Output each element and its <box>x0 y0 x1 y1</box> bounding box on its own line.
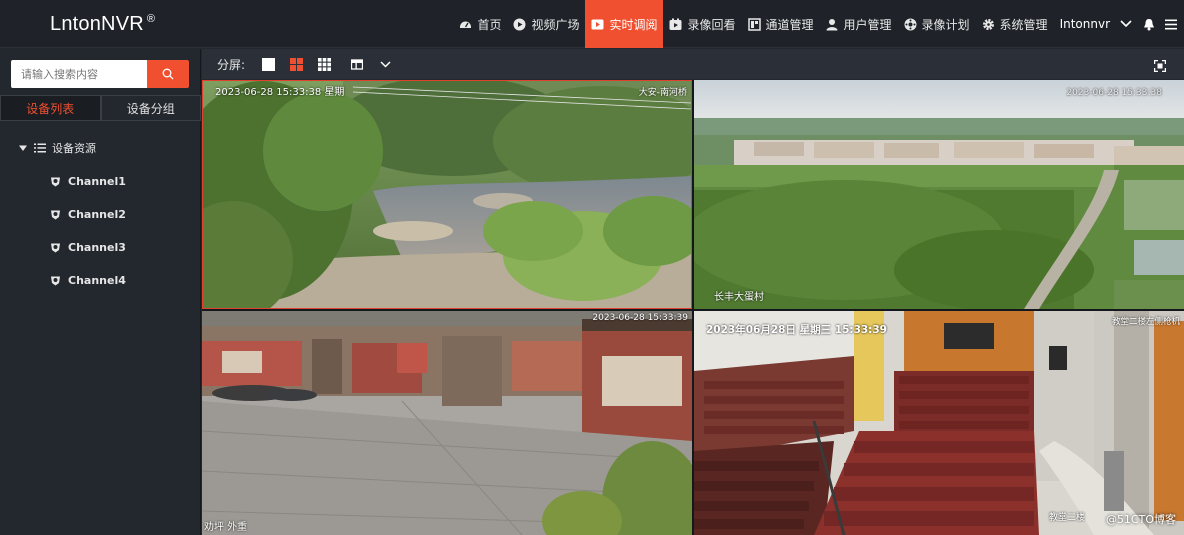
chevron-down-icon <box>1120 20 1132 28</box>
nav-channel-management-label: 通道管理 <box>765 17 814 32</box>
nav-video-square-label: 视频广场 <box>531 17 580 32</box>
search-icon <box>162 68 174 80</box>
channel-label: Channel2 <box>68 207 126 221</box>
notification-button[interactable] <box>1138 0 1160 48</box>
tab-device-list[interactable]: 设备列表 <box>0 95 101 121</box>
bell-icon <box>1143 18 1155 31</box>
nav-video-square[interactable]: 视频广场 <box>507 0 585 48</box>
user-icon <box>826 18 839 31</box>
camera-location-label: 大安-南河桥 <box>638 88 687 98</box>
nine-pane-icon <box>317 57 331 71</box>
window-icon <box>351 58 364 70</box>
device-tree: 设备资源 Channel1 Channel2 Channel3 Channel4 <box>18 139 126 289</box>
tree-root-device-resources[interactable]: 设备资源 <box>18 139 126 157</box>
video-timestamp: 2023-06-28 15:33:39 <box>592 313 688 323</box>
split-4-button[interactable] <box>289 57 303 71</box>
channel-label: Channel1 <box>68 174 126 188</box>
nav-home-label: 首页 <box>477 17 502 32</box>
video-pane-1[interactable]: 2023-06-28 15:33:38 星期 大安-南河桥 <box>202 80 692 309</box>
search-button[interactable] <box>147 60 189 88</box>
top-navigation-bar: LntonNVR ® 首页 视频广场 实时调阅 录像回看 通道管理 用户管理 录… <box>0 0 1184 48</box>
channel-item-4[interactable]: Channel4 <box>50 271 126 289</box>
dashboard-icon <box>459 18 472 31</box>
caret-down-icon[interactable] <box>18 143 28 153</box>
split-screen-toolbar: 分屏: <box>202 49 1184 79</box>
device-sidebar: 设备列表 设备分组 设备资源 Channel1 Channel2 <box>0 49 201 535</box>
menu-button[interactable] <box>1160 0 1182 48</box>
split-screen-label: 分屏: <box>217 57 246 72</box>
channel-item-3[interactable]: Channel3 <box>50 238 126 256</box>
nav-live-view[interactable]: 实时调阅 <box>585 0 664 48</box>
live-video-icon <box>591 18 604 31</box>
brand-name: LntonNVR <box>50 13 144 35</box>
tab-device-group[interactable]: 设备分组 <box>100 95 201 121</box>
channel-item-2[interactable]: Channel2 <box>50 205 126 223</box>
video-timestamp: 2023-06-28 15:33:38 星期 <box>215 87 345 98</box>
channel-label: Channel4 <box>68 273 126 287</box>
user-menu[interactable]: Intonnvr <box>1054 0 1138 48</box>
nav-system-management[interactable]: 系统管理 <box>976 0 1054 48</box>
video-timestamp: 2023年06月28日 星期三 15:33:39 <box>706 324 887 336</box>
nav-live-view-label: 实时调阅 <box>609 17 658 32</box>
camera-location-label: 劝坪 外重 <box>204 522 248 533</box>
camera-icon <box>50 275 61 286</box>
channel-item-1[interactable]: Channel1 <box>50 172 126 190</box>
four-pane-icon <box>289 57 303 71</box>
device-search <box>11 60 189 88</box>
watermark: @51CTO博客 <box>1105 513 1176 526</box>
video-frame-river <box>203 81 691 308</box>
camera-icon <box>50 209 61 220</box>
single-pane-icon <box>261 57 275 71</box>
nav-system-management-label: 系统管理 <box>999 17 1048 32</box>
video-pane-4[interactable]: 2023年06月28日 星期三 15:33:39 教堂二楼左侧枪机 教堂二楼 <box>694 311 1184 535</box>
nav-channel-management[interactable]: 通道管理 <box>742 0 820 48</box>
video-grid: 2023-06-28 15:33:38 星期 大安-南河桥 2023-06-28… <box>202 80 1184 535</box>
chevron-down-icon <box>380 60 391 68</box>
play-icon <box>513 18 526 31</box>
split-9-button[interactable] <box>317 57 331 71</box>
video-frame-courtyard <box>202 311 692 535</box>
hamburger-icon <box>1165 19 1177 30</box>
nav-playback[interactable]: 录像回看 <box>663 0 741 48</box>
video-timestamp: 2023-06-28 15:33:38 <box>1066 88 1162 98</box>
camera-icon <box>50 176 61 187</box>
fullscreen-icon <box>1154 60 1166 72</box>
tree-root-label: 设备资源 <box>52 142 96 155</box>
video-frame-village <box>694 80 1184 309</box>
video-pane-2[interactable]: 2023-06-28 15:33:38 长丰大蛋村 <box>694 80 1184 309</box>
main-nav: 首页 视频广场 实时调阅 录像回看 通道管理 用户管理 录像计划 系统管理 In… <box>453 0 1184 48</box>
nav-user-management[interactable]: 用户管理 <box>820 0 898 48</box>
channel-label: Channel3 <box>68 240 126 254</box>
registered-mark: ® <box>146 13 156 26</box>
layout-dropdown-button[interactable] <box>378 57 392 71</box>
list-icon <box>34 143 46 153</box>
channel-icon <box>747 17 761 31</box>
video-pane-3[interactable]: 2023-06-28 15:33:39 劝坪 外重 <box>202 311 692 535</box>
camera-location-label: 教堂二楼左侧枪机 <box>1111 317 1180 327</box>
search-input[interactable] <box>11 60 147 88</box>
nav-record-plan[interactable]: 录像计划 <box>898 0 976 48</box>
layout-more-button[interactable] <box>350 57 364 71</box>
gear-icon <box>982 18 995 31</box>
nav-record-plan-label: 录像计划 <box>921 17 970 32</box>
sidebar-tabs: 设备列表 设备分组 <box>0 95 201 121</box>
video-frame-church <box>694 311 1184 535</box>
username: Intonnvr <box>1059 17 1110 31</box>
fullscreen-button[interactable] <box>1154 57 1168 72</box>
playback-icon <box>669 18 682 31</box>
nav-home[interactable]: 首页 <box>453 0 507 48</box>
camera-icon <box>50 242 61 253</box>
camera-location-label: 长丰大蛋村 <box>714 292 764 303</box>
nav-playback-label: 录像回看 <box>687 17 736 32</box>
brand-logo[interactable]: LntonNVR ® <box>50 13 155 36</box>
schedule-icon <box>904 18 917 31</box>
nav-user-management-label: 用户管理 <box>843 17 892 32</box>
split-1-button[interactable] <box>261 57 275 71</box>
camera-bottom-label: 教堂二楼 <box>1049 513 1086 523</box>
